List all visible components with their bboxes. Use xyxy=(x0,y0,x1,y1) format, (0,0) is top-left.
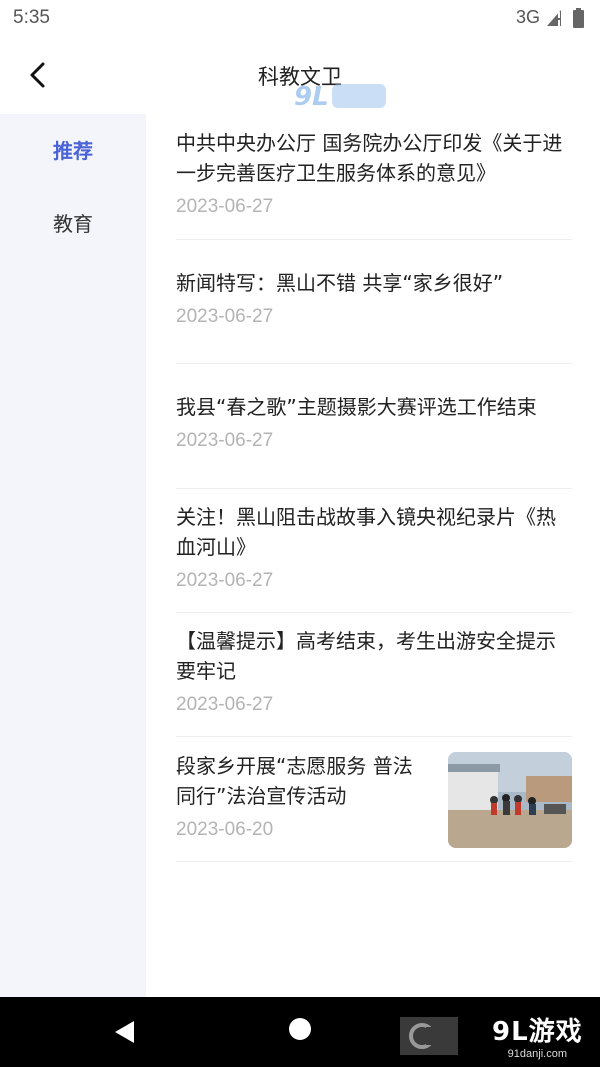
header: 科教文卫 9L xyxy=(0,36,600,114)
sidebar-item-recommended[interactable]: 推荐 xyxy=(0,123,146,179)
article-item[interactable]: 我县“春之歌”主题摄影大赛评选工作结束 2023-06-27 xyxy=(176,392,572,489)
watermark-brand: 9L游戏 xyxy=(492,1017,583,1047)
network-type: 3G xyxy=(515,7,540,27)
article-date: 2023-06-20 xyxy=(176,819,274,840)
article-date: 2023-06-27 xyxy=(176,694,274,715)
article-title: 新闻特写：黑山不错 共享“家乡很好” xyxy=(176,271,504,295)
article-date: 2023-06-27 xyxy=(176,306,274,327)
article-thumbnail xyxy=(448,752,572,848)
battery-icon xyxy=(573,8,584,28)
article-date: 2023-06-27 xyxy=(176,196,274,217)
article-title: 段家乡开展“志愿服务 普法同行”法治宣传活动 xyxy=(176,754,413,808)
home-circle-icon[interactable] xyxy=(289,1018,311,1040)
status-bar: 5:35 3G xyxy=(0,0,600,36)
article-title: 关注！黑山阻击战故事入镜央视纪录片《热血河山》 xyxy=(176,505,556,559)
system-nav-bar: 9L游戏 91danji.com xyxy=(0,997,600,1067)
article-item[interactable]: 新闻特写：黑山不错 共享“家乡很好” 2023-06-27 xyxy=(176,268,572,364)
article-item[interactable]: 中共中央办公厅 国务院办公厅印发《关于进一步完善医疗卫生服务体系的意见》 202… xyxy=(176,128,572,240)
watermark-domain: 91danji.com xyxy=(507,1048,567,1060)
sidebar-item-education[interactable]: 教育 xyxy=(0,196,146,252)
status-time: 5:35 xyxy=(13,7,50,28)
status-indicators: 3G xyxy=(515,7,584,28)
article-date: 2023-06-27 xyxy=(176,430,274,451)
article-title: 中共中央办公厅 国务院办公厅印发《关于进一步完善医疗卫生服务体系的意见》 xyxy=(176,131,563,185)
category-sidebar: 推荐 教育 xyxy=(0,114,146,997)
signal-icon xyxy=(547,9,561,26)
article-date: 2023-06-27 xyxy=(176,570,274,591)
back-triangle-icon[interactable] xyxy=(112,1019,138,1045)
watermark-badge-icon xyxy=(400,1017,458,1055)
svg-text:9L: 9L xyxy=(294,82,329,112)
article-item[interactable]: 段家乡开展“志愿服务 普法同行”法治宣传活动 2023-06-20 xyxy=(176,738,572,862)
article-title: 【温馨提示】高考结束，考生出游安全提示要牢记 xyxy=(176,629,556,683)
article-item[interactable]: 关注！黑山阻击战故事入镜央视纪录片《热血河山》 2023-06-27 xyxy=(176,502,572,613)
watermark: 9L游戏 91danji.com xyxy=(492,1011,583,1060)
article-item[interactable]: 【温馨提示】高考结束，考生出游安全提示要牢记 2023-06-27 xyxy=(176,626,572,737)
watermark-logo-icon: 9L xyxy=(294,82,386,112)
article-title: 我县“春之歌”主题摄影大赛评选工作结束 xyxy=(176,395,537,419)
